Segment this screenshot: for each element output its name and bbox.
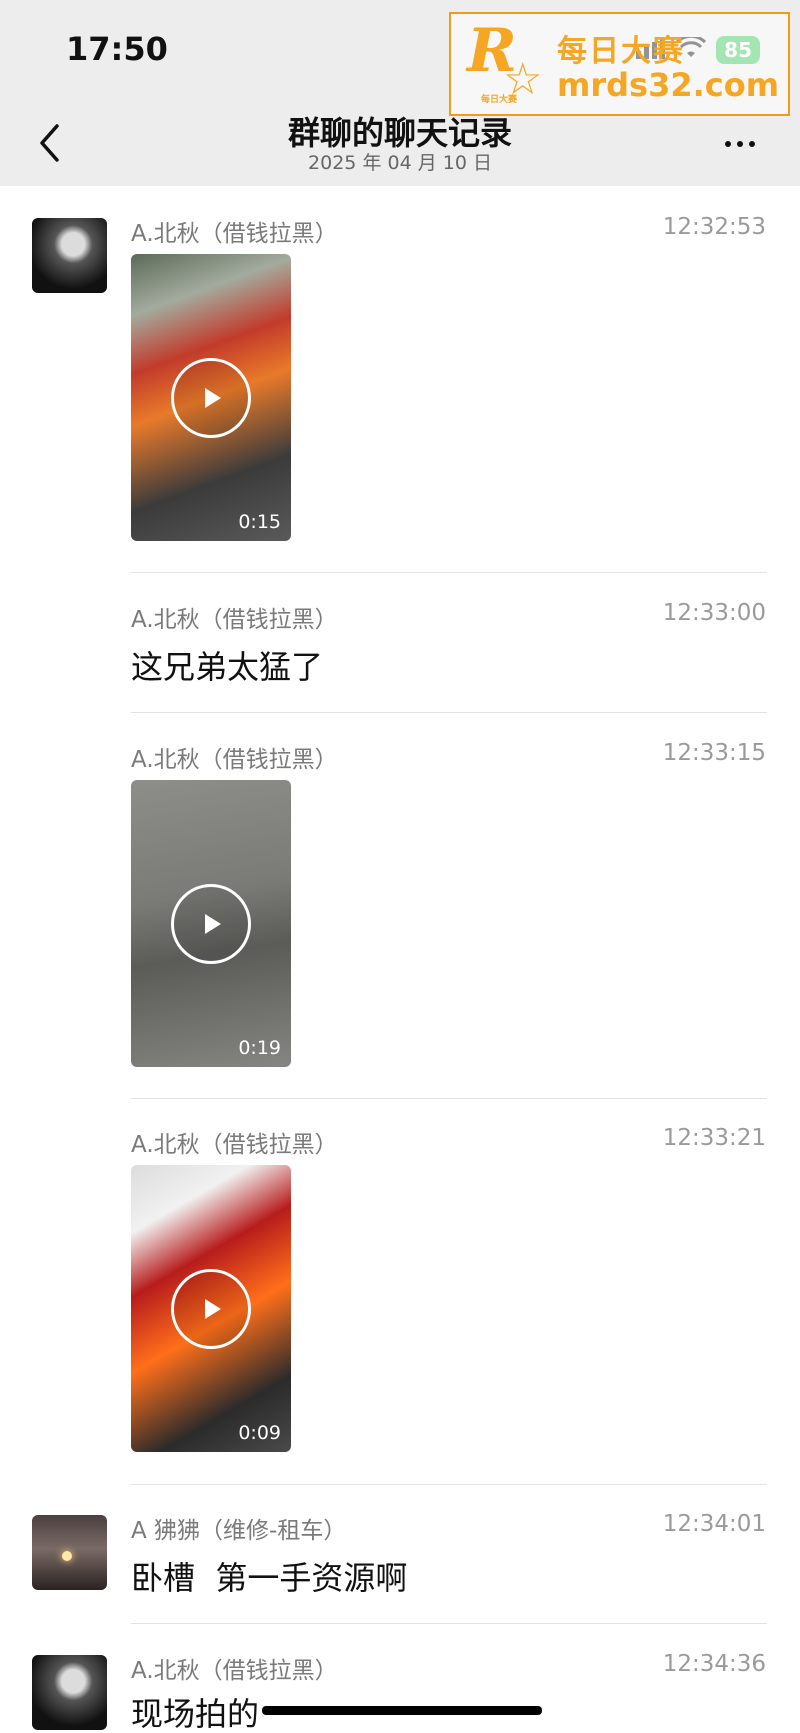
play-icon: [171, 358, 251, 438]
page-subtitle-date: 2025 年 04 月 10 日: [308, 152, 492, 174]
avatar[interactable]: [32, 1515, 107, 1590]
divider: [131, 1623, 767, 1624]
message-time: 12:34:01: [662, 1511, 766, 1537]
message-text: 卧槽 第一手资源啊: [131, 1559, 408, 1597]
watermark-title: 每日大赛: [557, 34, 685, 69]
play-icon: [171, 884, 251, 964]
divider: [131, 572, 767, 573]
message-time: 12:34:36: [662, 1651, 766, 1677]
divider: [131, 1098, 767, 1099]
video-thumbnail[interactable]: 0:19: [131, 780, 291, 1067]
message-text: 这兄弟太猛了: [131, 648, 324, 686]
message-item: A.北秋（借钱拉黑） 12:33:21 0:09: [0, 1121, 800, 1485]
avatar[interactable]: [32, 218, 107, 293]
sender-name: A.北秋（借钱拉黑）: [131, 221, 338, 247]
video-thumbnail[interactable]: 0:15: [131, 254, 291, 541]
video-duration: 0:15: [238, 511, 281, 533]
redaction-bar: [262, 1706, 542, 1715]
divider: [131, 712, 767, 713]
more-button[interactable]: [716, 124, 764, 164]
sender-name: A.北秋（借钱拉黑）: [131, 1132, 338, 1158]
video-duration: 0:09: [238, 1422, 281, 1444]
avatar[interactable]: [32, 1655, 107, 1730]
status-time: 17:50: [66, 30, 168, 68]
video-duration: 0:19: [238, 1037, 281, 1059]
message-item: A.北秋（借钱拉黑） 12:34:36 现场拍的: [0, 1647, 800, 1733]
message-time: 12:33:15: [662, 740, 766, 766]
message-item: A.北秋（借钱拉黑） 12:32:53 0:15: [0, 210, 800, 573]
watermark: R ☆ 每日大赛 每日大赛 mrds32.com: [449, 12, 790, 116]
message-time: 12:33:00: [662, 600, 766, 626]
more-dots-icon: [725, 141, 731, 147]
watermark-logo: R ☆ 每日大赛: [467, 16, 543, 105]
message-item: A.北秋（借钱拉黑） 12:33:00 这兄弟太猛了: [0, 596, 800, 716]
divider: [131, 1484, 767, 1485]
sender-name: A.北秋（借钱拉黑）: [131, 747, 338, 773]
play-icon: [171, 1269, 251, 1349]
watermark-url: mrds32.com: [557, 66, 780, 104]
video-thumbnail[interactable]: 0:09: [131, 1165, 291, 1452]
message-item: A 狒狒（维修-租车） 12:34:01 卧槽 第一手资源啊: [0, 1507, 800, 1627]
sender-name: A.北秋（借钱拉黑）: [131, 607, 338, 633]
message-time: 12:32:53: [662, 214, 766, 240]
message-time: 12:33:21: [662, 1125, 766, 1151]
message-text: 现场拍的: [131, 1695, 260, 1733]
message-item: A.北秋（借钱拉黑） 12:33:15 0:19: [0, 736, 800, 1099]
sender-name: A 狒狒（维修-租车）: [131, 1518, 347, 1544]
sender-name: A.北秋（借钱拉黑）: [131, 1658, 338, 1684]
